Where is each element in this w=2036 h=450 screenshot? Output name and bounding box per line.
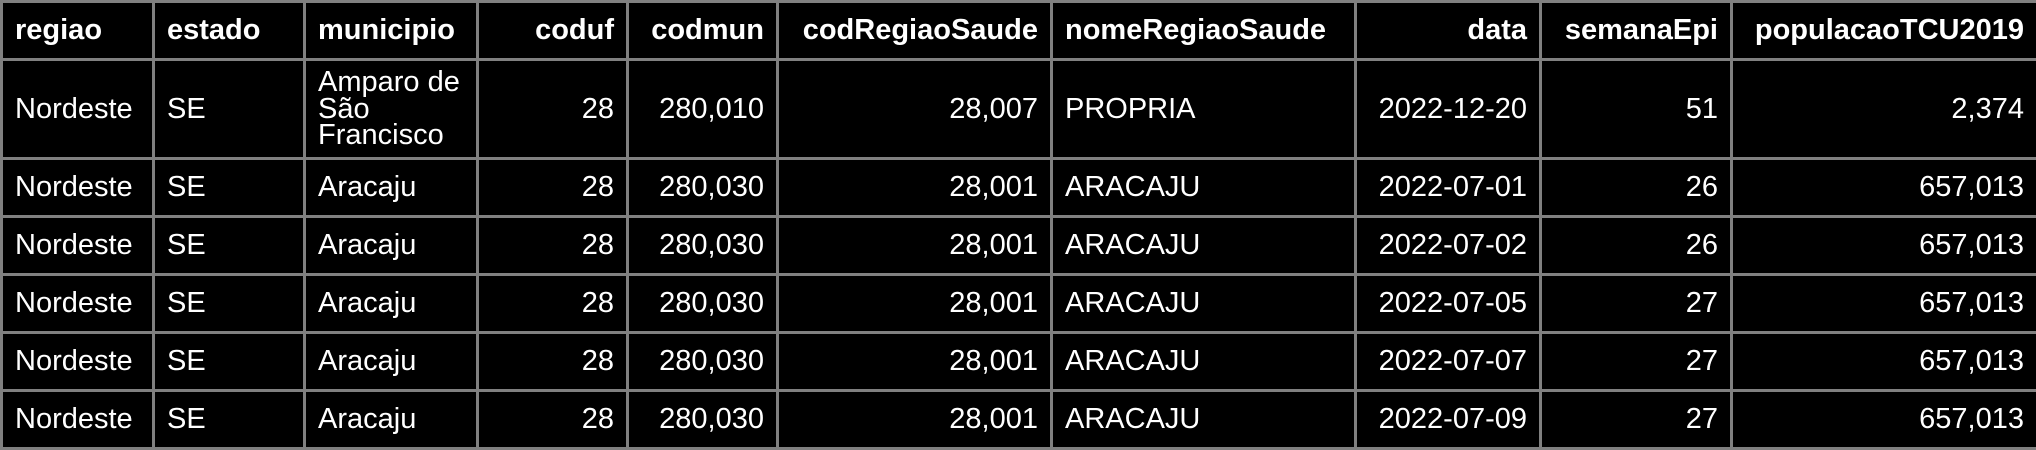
cell-codRegiaoSaude: 28,001 (778, 159, 1052, 217)
cell-nomeRegiaoSaude: ARACAJU (1052, 333, 1356, 391)
cell-estado: SE (154, 60, 305, 159)
cell-semanaEpi: 27 (1541, 333, 1732, 391)
cell-nomeRegiaoSaude: ARACAJU (1052, 217, 1356, 275)
table-row: NordesteSEAracaju28280,03028,001ARACAJU2… (2, 217, 2036, 275)
cell-estado: SE (154, 275, 305, 333)
cell-regiao: Nordeste (2, 275, 154, 333)
column-header-nomeRegiaoSaude: nomeRegiaoSaude (1052, 2, 1356, 60)
cell-semanaEpi: 27 (1541, 391, 1732, 449)
table-row: NordesteSEAracaju28280,03028,001ARACAJU2… (2, 275, 2036, 333)
table-body: NordesteSEAmparo de São Francisco28280,0… (2, 60, 2036, 449)
table-row: NordesteSEAmparo de São Francisco28280,0… (2, 60, 2036, 159)
cell-regiao: Nordeste (2, 333, 154, 391)
cell-estado: SE (154, 391, 305, 449)
column-header-coduf: coduf (478, 2, 628, 60)
column-header-regiao: regiao (2, 2, 154, 60)
cell-estado: SE (154, 217, 305, 275)
cell-regiao: Nordeste (2, 217, 154, 275)
cell-populacaoTCU2019: 657,013 (1732, 159, 2036, 217)
cell-municipio: Aracaju (305, 275, 478, 333)
cell-codmun: 280,030 (628, 333, 778, 391)
table-row: NordesteSEAracaju28280,03028,001ARACAJU2… (2, 159, 2036, 217)
column-header-municipio: municipio (305, 2, 478, 60)
cell-municipio: Aracaju (305, 333, 478, 391)
cell-coduf: 28 (478, 159, 628, 217)
cell-codmun: 280,030 (628, 275, 778, 333)
cell-codmun: 280,030 (628, 391, 778, 449)
cell-coduf: 28 (478, 217, 628, 275)
cell-codRegiaoSaude: 28,001 (778, 333, 1052, 391)
cell-semanaEpi: 51 (1541, 60, 1732, 159)
column-header-populacaoTCU2019: populacaoTCU2019 (1732, 2, 2036, 60)
cell-data: 2022-07-07 (1356, 333, 1541, 391)
cell-municipio: Aracaju (305, 217, 478, 275)
column-header-codmun: codmun (628, 2, 778, 60)
cell-codmun: 280,030 (628, 159, 778, 217)
cell-semanaEpi: 26 (1541, 217, 1732, 275)
cell-nomeRegiaoSaude: ARACAJU (1052, 391, 1356, 449)
table-row: NordesteSEAracaju28280,03028,001ARACAJU2… (2, 333, 2036, 391)
table-row: NordesteSEAracaju28280,03028,001ARACAJU2… (2, 391, 2036, 449)
column-header-estado: estado (154, 2, 305, 60)
cell-semanaEpi: 26 (1541, 159, 1732, 217)
cell-nomeRegiaoSaude: ARACAJU (1052, 275, 1356, 333)
cell-populacaoTCU2019: 657,013 (1732, 275, 2036, 333)
cell-municipio: Aracaju (305, 159, 478, 217)
cell-codRegiaoSaude: 28,007 (778, 60, 1052, 159)
data-table-container: regiaoestadomunicipiocodufcodmuncodRegia… (0, 0, 2036, 439)
cell-codRegiaoSaude: 28,001 (778, 217, 1052, 275)
cell-populacaoTCU2019: 2,374 (1732, 60, 2036, 159)
cell-populacaoTCU2019: 657,013 (1732, 391, 2036, 449)
cell-data: 2022-07-09 (1356, 391, 1541, 449)
cell-data: 2022-07-01 (1356, 159, 1541, 217)
cell-semanaEpi: 27 (1541, 275, 1732, 333)
cell-codRegiaoSaude: 28,001 (778, 391, 1052, 449)
cell-coduf: 28 (478, 333, 628, 391)
cell-codmun: 280,010 (628, 60, 778, 159)
cell-regiao: Nordeste (2, 60, 154, 159)
header-row: regiaoestadomunicipiocodufcodmuncodRegia… (2, 2, 2036, 60)
cell-codRegiaoSaude: 28,001 (778, 275, 1052, 333)
column-header-data: data (1356, 2, 1541, 60)
cell-coduf: 28 (478, 391, 628, 449)
cell-municipio: Amparo de São Francisco (305, 60, 478, 159)
cell-regiao: Nordeste (2, 159, 154, 217)
column-header-semanaEpi: semanaEpi (1541, 2, 1732, 60)
column-header-codRegiaoSaude: codRegiaoSaude (778, 2, 1052, 60)
cell-nomeRegiaoSaude: PROPRIA (1052, 60, 1356, 159)
cell-data: 2022-07-05 (1356, 275, 1541, 333)
cell-coduf: 28 (478, 60, 628, 159)
cell-estado: SE (154, 159, 305, 217)
table-header: regiaoestadomunicipiocodufcodmuncodRegia… (2, 2, 2036, 60)
data-table: regiaoestadomunicipiocodufcodmuncodRegia… (0, 0, 2036, 450)
cell-data: 2022-12-20 (1356, 60, 1541, 159)
cell-regiao: Nordeste (2, 391, 154, 449)
cell-codmun: 280,030 (628, 217, 778, 275)
cell-nomeRegiaoSaude: ARACAJU (1052, 159, 1356, 217)
cell-data: 2022-07-02 (1356, 217, 1541, 275)
cell-coduf: 28 (478, 275, 628, 333)
cell-estado: SE (154, 333, 305, 391)
cell-populacaoTCU2019: 657,013 (1732, 217, 2036, 275)
cell-populacaoTCU2019: 657,013 (1732, 333, 2036, 391)
cell-municipio: Aracaju (305, 391, 478, 449)
